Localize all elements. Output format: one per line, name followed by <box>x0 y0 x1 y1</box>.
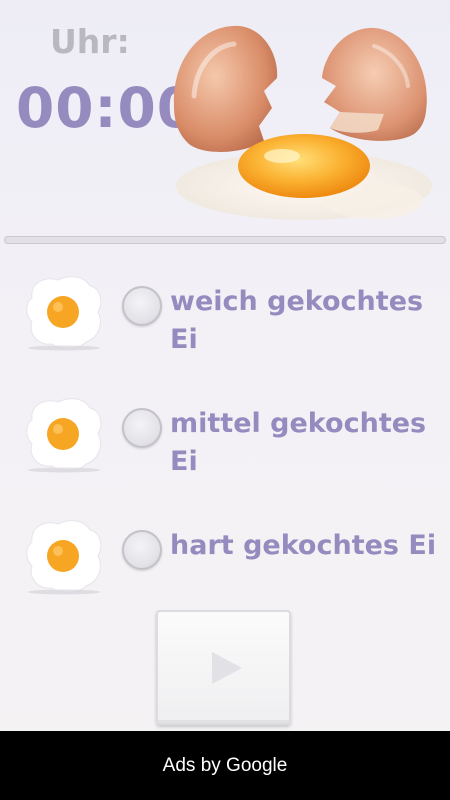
cracked-egg-image <box>173 25 432 220</box>
ad-banner[interactable]: Ads by Google <box>0 731 450 800</box>
hard-boiled-label[interactable]: hart gekochtes Ei <box>170 527 440 565</box>
option-medium-boiled[interactable]: mittel gekochtes Ei <box>0 394 450 484</box>
soft-boiled-radio[interactable] <box>122 286 162 326</box>
option-hard-boiled[interactable]: hart gekochtes Ei <box>0 516 450 606</box>
timer-progress-bar <box>4 236 446 244</box>
header: Uhr: 00:00 <box>0 0 450 232</box>
hard-boiled-radio[interactable] <box>122 530 162 570</box>
medium-boiled-radio[interactable] <box>122 408 162 448</box>
medium-boiled-label[interactable]: mittel gekochtes Ei <box>170 405 440 481</box>
start-timer-button[interactable] <box>156 610 291 725</box>
option-soft-boiled[interactable]: weich gekochtes Ei <box>0 272 450 362</box>
ad-banner-text: Ads by Google <box>162 754 288 776</box>
clock-label: Uhr: <box>50 22 130 61</box>
play-icon <box>211 651 242 684</box>
fried-egg-icon <box>26 398 102 473</box>
fried-egg-icon <box>26 520 102 595</box>
fried-egg-icon <box>26 276 102 351</box>
soft-boiled-label[interactable]: weich gekochtes Ei <box>170 283 440 359</box>
